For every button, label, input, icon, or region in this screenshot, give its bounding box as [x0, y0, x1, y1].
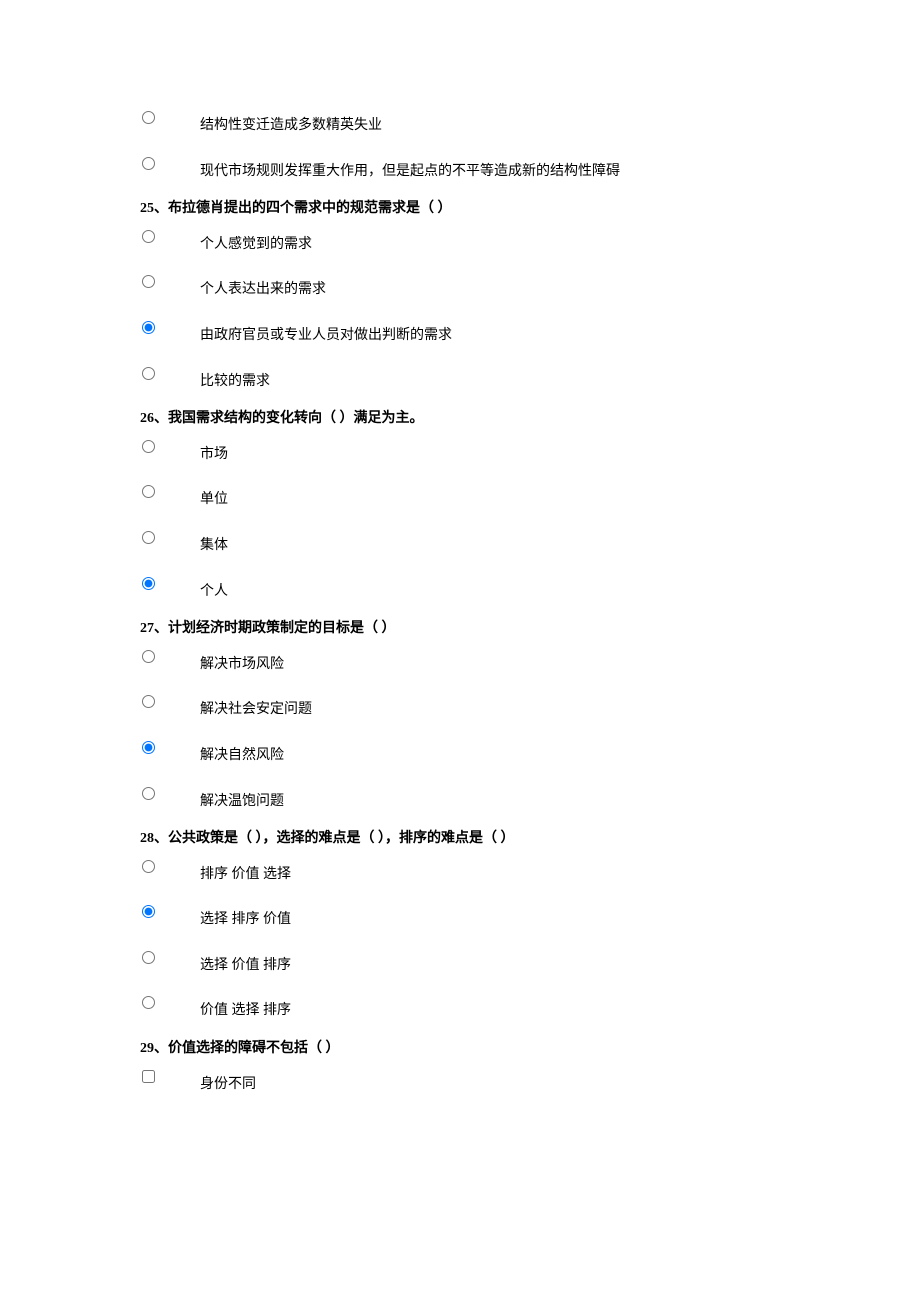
option-radio[interactable]	[142, 996, 155, 1009]
option-radio[interactable]	[142, 367, 155, 380]
option-radio[interactable]	[142, 650, 155, 663]
option-text: 市场	[200, 437, 780, 465]
question-title: 29、价值选择的障碍不包括（ ）	[140, 1039, 780, 1059]
option-row: 比较的需求	[140, 364, 780, 392]
option-text: 解决温饱问题	[200, 784, 780, 812]
option-row: 选择 价值 排序	[140, 948, 780, 976]
option-radio[interactable]	[142, 741, 155, 754]
option-text: 结构性变迁造成多数精英失业	[200, 108, 780, 136]
option-row: 现代市场规则发挥重大作用，但是起点的不平等造成新的结构性障碍	[140, 154, 780, 182]
input-cell	[140, 574, 200, 590]
option-row: 身份不同	[140, 1067, 780, 1095]
option-text: 解决市场风险	[200, 647, 780, 675]
input-cell	[140, 738, 200, 754]
question-title: 27、计划经济时期政策制定的目标是（ ）	[140, 619, 780, 639]
option-radio[interactable]	[142, 787, 155, 800]
input-cell	[140, 948, 200, 964]
option-row: 集体	[140, 528, 780, 556]
option-radio[interactable]	[142, 230, 155, 243]
option-text: 排序 价值 选择	[200, 857, 780, 885]
option-text: 选择 排序 价值	[200, 902, 780, 930]
input-cell	[140, 272, 200, 288]
option-radio[interactable]	[142, 531, 155, 544]
option-checkbox[interactable]	[142, 1070, 155, 1083]
option-text: 个人表达出来的需求	[200, 272, 780, 300]
option-text: 集体	[200, 528, 780, 556]
input-cell	[140, 647, 200, 663]
input-cell	[140, 784, 200, 800]
option-radio[interactable]	[142, 951, 155, 964]
input-cell	[140, 318, 200, 334]
input-cell	[140, 227, 200, 243]
input-cell	[140, 857, 200, 873]
option-radio[interactable]	[142, 577, 155, 590]
option-row: 由政府官员或专业人员对做出判断的需求	[140, 318, 780, 346]
option-row: 排序 价值 选择	[140, 857, 780, 885]
option-row: 解决社会安定问题	[140, 692, 780, 720]
input-cell	[140, 437, 200, 453]
option-row: 个人感觉到的需求	[140, 227, 780, 255]
option-text: 现代市场规则发挥重大作用，但是起点的不平等造成新的结构性障碍	[200, 154, 780, 182]
option-radio[interactable]	[142, 321, 155, 334]
option-text: 个人	[200, 574, 780, 602]
option-text: 单位	[200, 482, 780, 510]
option-radio[interactable]	[142, 111, 155, 124]
input-cell	[140, 993, 200, 1009]
quiz-content: 结构性变迁造成多数精英失业现代市场规则发挥重大作用，但是起点的不平等造成新的结构…	[140, 108, 780, 1094]
question-title: 25、布拉德肖提出的四个需求中的规范需求是（ ）	[140, 199, 780, 219]
option-row: 价值 选择 排序	[140, 993, 780, 1021]
option-text: 解决自然风险	[200, 738, 780, 766]
option-text: 比较的需求	[200, 364, 780, 392]
option-radio[interactable]	[142, 905, 155, 918]
option-row: 结构性变迁造成多数精英失业	[140, 108, 780, 136]
option-text: 价值 选择 排序	[200, 993, 780, 1021]
option-row: 个人	[140, 574, 780, 602]
input-cell	[140, 692, 200, 708]
option-row: 解决温饱问题	[140, 784, 780, 812]
option-radio[interactable]	[142, 485, 155, 498]
input-cell	[140, 154, 200, 170]
input-cell	[140, 528, 200, 544]
input-cell	[140, 108, 200, 124]
option-row: 市场	[140, 437, 780, 465]
option-text: 身份不同	[200, 1067, 780, 1095]
option-text: 解决社会安定问题	[200, 692, 780, 720]
option-text: 选择 价值 排序	[200, 948, 780, 976]
input-cell	[140, 902, 200, 918]
option-row: 解决市场风险	[140, 647, 780, 675]
question-title: 26、我国需求结构的变化转向（ ）满足为主。	[140, 409, 780, 429]
option-row: 个人表达出来的需求	[140, 272, 780, 300]
input-cell	[140, 364, 200, 380]
option-row: 单位	[140, 482, 780, 510]
option-text: 由政府官员或专业人员对做出判断的需求	[200, 318, 780, 346]
option-row: 解决自然风险	[140, 738, 780, 766]
input-cell	[140, 1067, 200, 1086]
option-radio[interactable]	[142, 275, 155, 288]
option-radio[interactable]	[142, 695, 155, 708]
option-radio[interactable]	[142, 440, 155, 453]
question-title: 28、公共政策是（ ），选择的难点是（ ），排序的难点是（ ）	[140, 829, 780, 849]
option-row: 选择 排序 价值	[140, 902, 780, 930]
option-radio[interactable]	[142, 860, 155, 873]
option-text: 个人感觉到的需求	[200, 227, 780, 255]
input-cell	[140, 482, 200, 498]
option-radio[interactable]	[142, 157, 155, 170]
